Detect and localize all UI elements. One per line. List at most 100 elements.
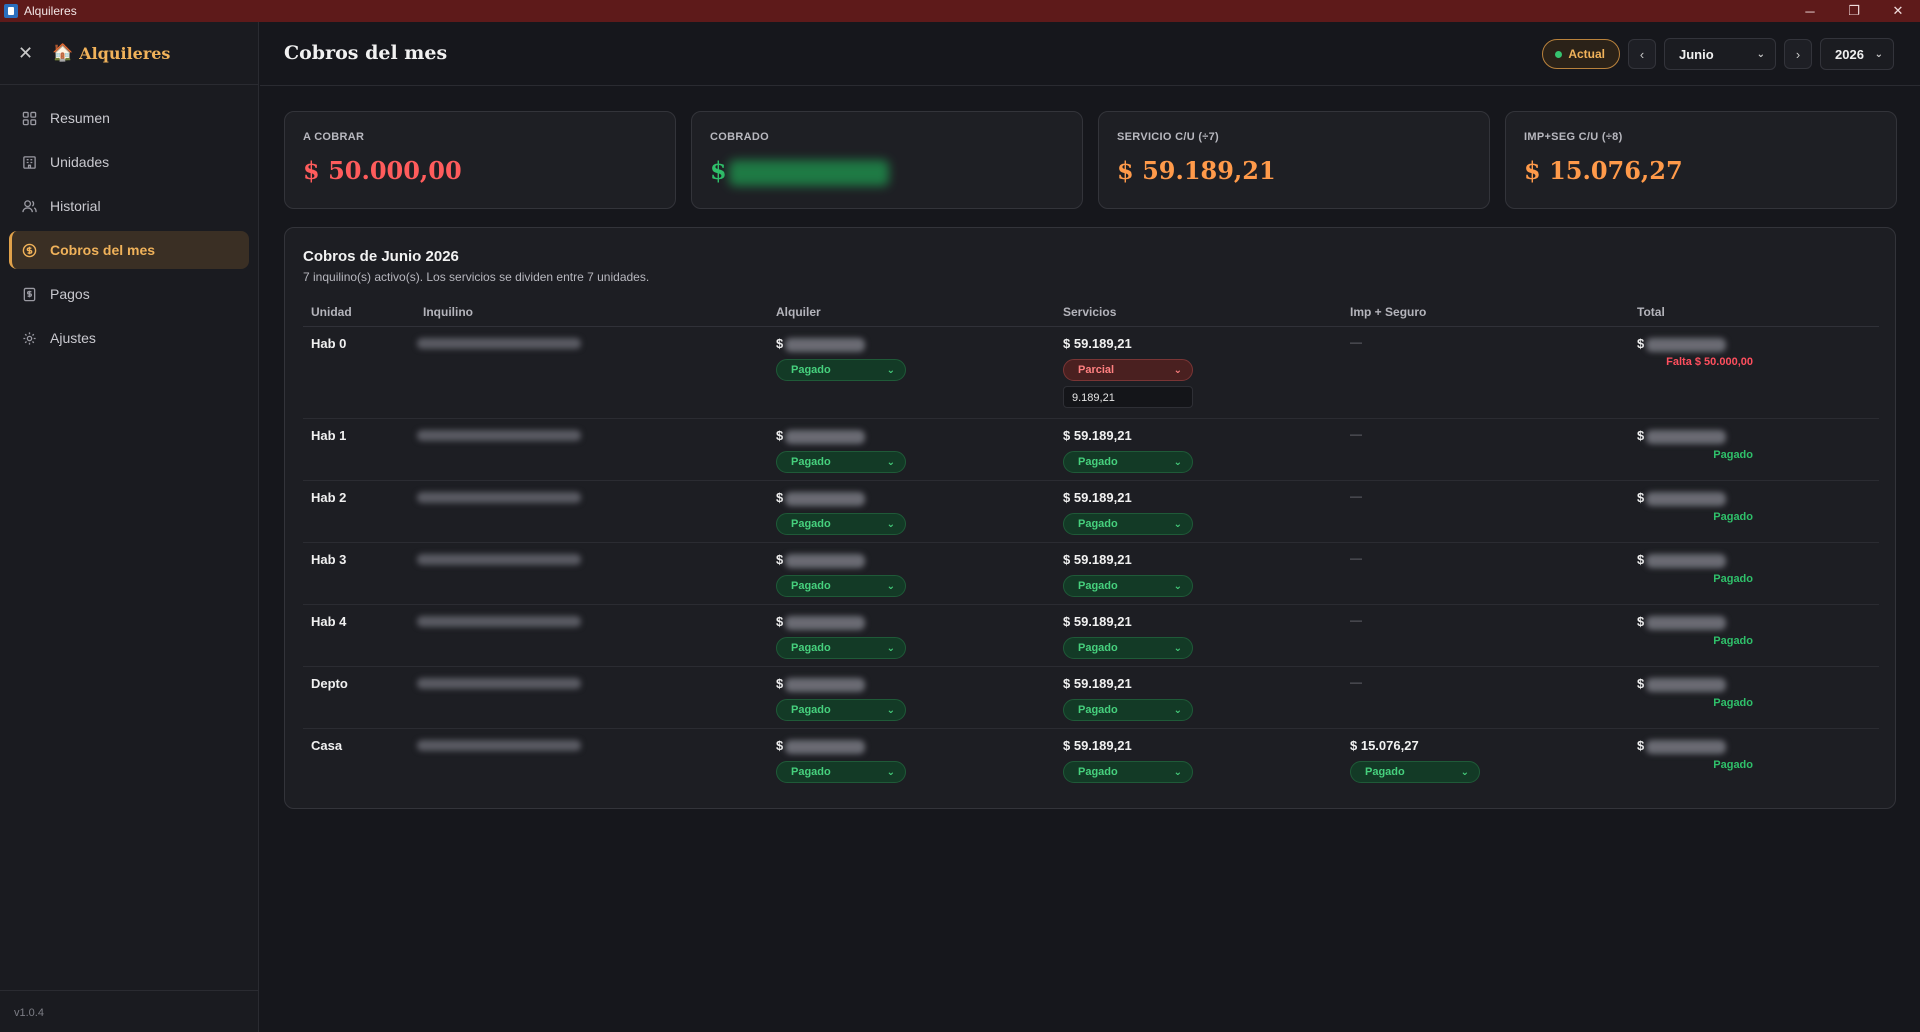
services-status-select[interactable]: Pagado ⌄ [1063,575,1193,597]
sidebar-item-label: Unidades [50,154,110,170]
tenant-name-obscured [417,492,581,503]
services-status-select[interactable]: Pagado ⌄ [1063,451,1193,473]
services-paid-input[interactable]: 9.189,21 [1063,386,1193,408]
year-value: 2026 [1835,46,1864,62]
chevron-down-icon: ⌄ [1173,580,1182,592]
window-title: Alquileres [24,4,77,18]
panel-title: Cobros de Junio 2026 [303,248,459,265]
chevron-down-icon: ⌄ [886,580,895,592]
total-status: Falta $ 50.000,00 [1666,356,1753,368]
imp-seguro-empty: — [1350,613,1362,627]
restore-button[interactable]: ❐ [1832,0,1876,22]
chevron-down-icon: ⌄ [886,364,895,376]
column-header: Total [1637,305,1665,319]
prev-month-button[interactable]: ‹ [1628,39,1656,69]
imp-seguro-empty: — [1350,427,1362,441]
card-a-cobrar: A COBRAR $ 50.000,00 [284,111,676,209]
title-bar: Alquileres ─ ❐ ✕ [0,0,1920,22]
sidebar-item-historial[interactable]: Historial [9,187,249,225]
card-servicio: SERVICIO C/U (÷7) $ 59.189,21 [1098,111,1490,209]
unit-name: Hab 1 [311,428,347,443]
month-select[interactable]: Junio ⌄ [1664,38,1776,70]
card-cobrado: COBRADO $ [691,111,1083,209]
rent-status-select[interactable]: Pagado ⌄ [776,451,906,473]
total-amount: $ [1637,676,1727,692]
total-status: Pagado [1713,697,1753,709]
grid-icon [21,110,37,126]
page-title: Cobros del mes [284,42,448,64]
sidebar: ✕ 🏠 Alquileres Resumen Unidades Historia… [0,22,259,1032]
chevron-down-icon: ⌄ [886,456,895,468]
close-window-button[interactable]: ✕ [1876,0,1920,22]
table-row: Depto $ Pagado ⌄ $ 59.189,21 Pagado ⌄ — $ Pagado [303,667,1879,729]
sidebar-item-label: Historial [50,198,101,214]
users-icon [21,198,37,214]
sidebar-item-ajustes[interactable]: Ajustes [9,319,249,357]
chevron-down-icon: ⌄ [1756,48,1765,60]
services-status-select[interactable]: Pagado ⌄ [1063,761,1193,783]
rent-status-select[interactable]: Pagado ⌄ [776,637,906,659]
tenant-name-obscured [417,616,581,627]
table-row: Hab 1 $ Pagado ⌄ $ 59.189,21 Pagado ⌄ — $ Pagado [303,419,1879,481]
rent-amount: $ [776,614,866,630]
actual-month-button[interactable]: Actual [1542,39,1620,69]
unit-name: Hab 2 [311,490,347,505]
total-status: Pagado [1713,573,1753,585]
chevron-down-icon: ⌄ [1173,518,1182,530]
column-header: Servicios [1063,305,1117,319]
services-amount: $ 59.189,21 [1063,490,1132,505]
rent-status-select[interactable]: Pagado ⌄ [776,699,906,721]
card-value: $ [710,156,1082,186]
services-status-select[interactable]: Pagado ⌄ [1063,699,1193,721]
imp-seguro-status-select[interactable]: Pagado ⌄ [1350,761,1480,783]
chevron-down-icon: ⌄ [1173,766,1182,778]
total-amount: $ [1637,428,1727,444]
month-value: Junio [1679,46,1714,62]
tenant-name-obscured [417,678,581,689]
sidebar-nav: Resumen Unidades Historial Cobros del me… [0,85,258,357]
close-sidebar-icon[interactable]: ✕ [18,43,38,64]
total-amount: $ [1637,552,1727,568]
imp-seguro-empty: — [1350,551,1362,565]
table-row: Hab 0 $ Pagado ⌄ $ 59.189,21 Parcial ⌄ 9.189,21… [303,327,1879,419]
sidebar-item-label: Cobros del mes [50,242,156,258]
chevron-down-icon: ⌄ [886,704,895,716]
rent-amount: $ [776,552,866,568]
sidebar-item-resumen[interactable]: Resumen [9,99,249,137]
services-status-select[interactable]: Pagado ⌄ [1063,637,1193,659]
chevron-down-icon: ⌄ [1460,766,1469,778]
actual-label: Actual [1568,47,1605,61]
unit-name: Hab 3 [311,552,347,567]
rent-status-select[interactable]: Pagado ⌄ [776,513,906,535]
services-amount: $ 59.189,21 [1063,428,1132,443]
tenant-name-obscured [417,338,581,349]
rent-amount: $ [776,428,866,444]
sidebar-item-unidades[interactable]: Unidades [9,143,249,181]
rent-status-select[interactable]: Pagado ⌄ [776,761,906,783]
app-icon [4,4,18,18]
next-month-button[interactable]: › [1784,39,1812,69]
imp-seguro-empty: — [1350,335,1362,349]
total-amount: $ [1637,490,1727,506]
sidebar-item-pagos[interactable]: Pagos [9,275,249,313]
total-amount: $ [1637,738,1727,754]
dollar-doc-icon [21,286,37,302]
unit-name: Hab 4 [311,614,347,629]
imp-seguro-empty: — [1350,489,1362,503]
services-status-select[interactable]: Pagado ⌄ [1063,513,1193,535]
sidebar-item-cobros-del-mes[interactable]: Cobros del mes [9,231,249,269]
house-icon: 🏠 [52,43,74,62]
services-status-select[interactable]: Parcial ⌄ [1063,359,1193,381]
imp-seguro-amount: $ 15.076,27 [1350,738,1419,753]
column-header: Inquilino [423,305,473,319]
rent-status-select[interactable]: Pagado ⌄ [776,359,906,381]
rent-status-select[interactable]: Pagado ⌄ [776,575,906,597]
chevron-down-icon: ⌄ [1173,704,1182,716]
total-amount: $ [1637,614,1727,630]
chevron-down-icon: ⌄ [1173,456,1182,468]
year-select[interactable]: 2026 ⌄ [1820,38,1894,70]
card-label: COBRADO [710,131,769,143]
total-status: Pagado [1713,449,1753,461]
minimize-button[interactable]: ─ [1788,0,1832,22]
sidebar-item-label: Resumen [50,110,110,126]
